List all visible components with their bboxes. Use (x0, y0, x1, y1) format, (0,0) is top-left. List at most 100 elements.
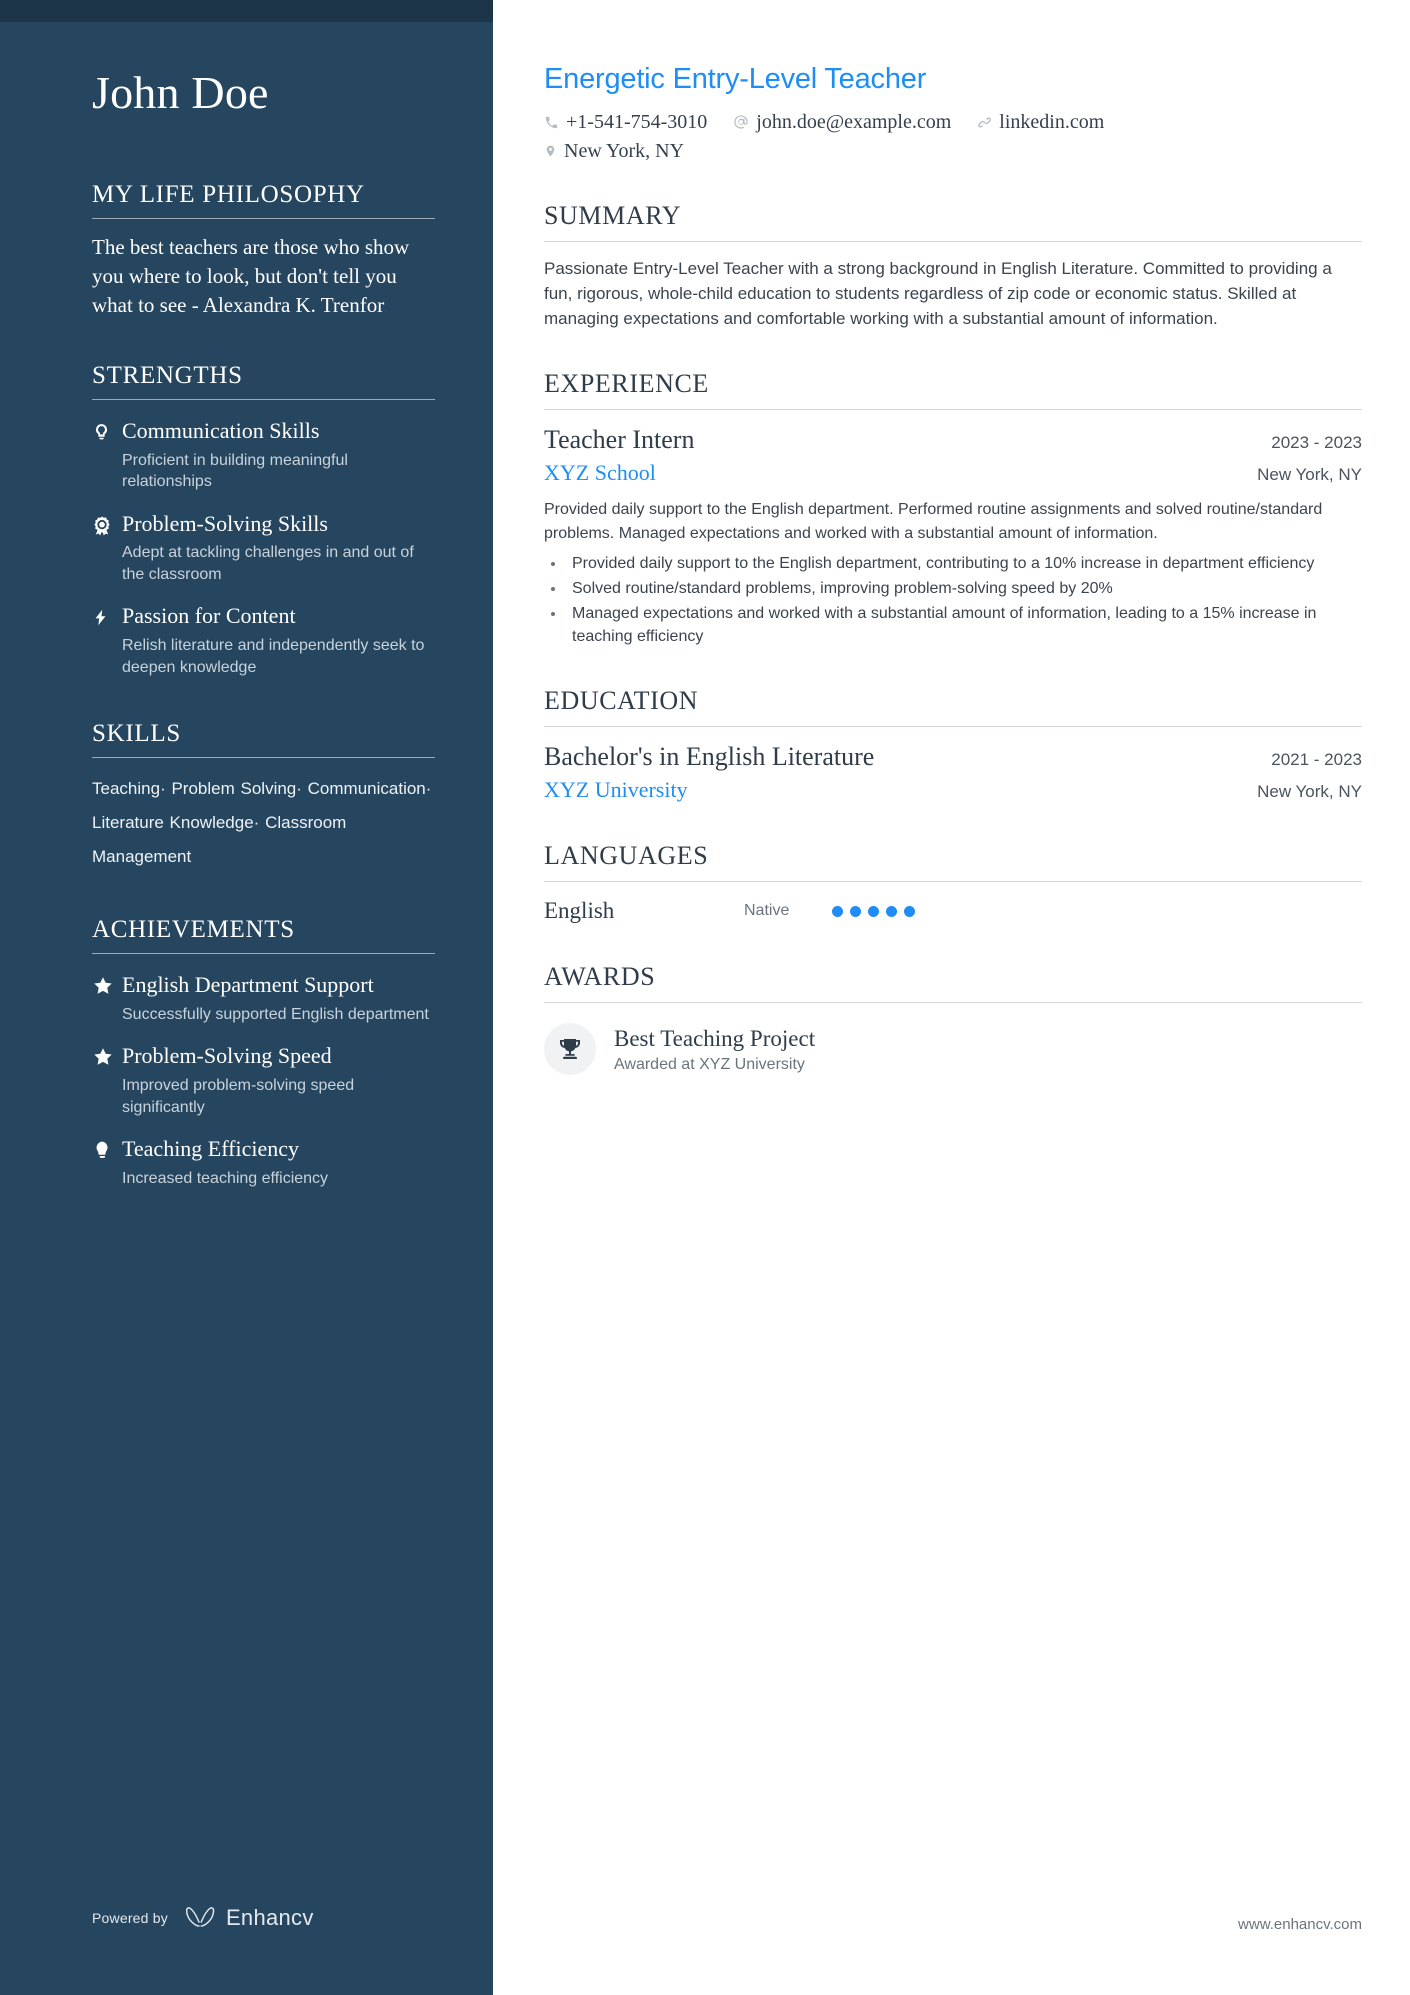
language-rating-dots (832, 905, 915, 917)
strengths-heading: STRENGTHS (92, 361, 243, 389)
skill-separator: · (425, 779, 432, 799)
languages-heading: LANGUAGES (544, 841, 709, 871)
skill-tag: Teaching (92, 779, 161, 799)
skill-separator: · (296, 779, 302, 799)
sidebar: John Doe MY LIFE PHILOSOPHY The best tea… (0, 0, 493, 1995)
rating-dot-filled (832, 905, 843, 917)
achievement-title: Teaching Efficiency (122, 1135, 300, 1161)
language-level: Native (744, 902, 790, 920)
link-icon (977, 115, 992, 130)
site-url[interactable]: www.enhancv.com (1238, 1916, 1362, 1933)
phone-icon (544, 115, 559, 130)
experience-bullets: Provided daily support to the English de… (544, 552, 1362, 648)
section-experience: EXPERIENCE Teacher Intern 2023 - 2023 XY… (544, 369, 1362, 648)
skill-tag: Communication (307, 779, 426, 799)
summary-text: Passionate Entry-Level Teacher with a st… (544, 258, 1332, 329)
lightbulb-icon (92, 418, 122, 443)
strength-title: Passion for Content (122, 603, 296, 629)
experience-organization[interactable]: XYZ School (544, 460, 656, 486)
strengths-divider (92, 398, 435, 400)
enhancv-wordmark: Enhancv (225, 1905, 314, 1930)
at-email-icon (733, 114, 749, 130)
rating-dot-filled (850, 905, 861, 917)
education-heading: EDUCATION (544, 686, 699, 716)
education-institution[interactable]: XYZ University (544, 777, 688, 803)
contact-location: New York, NY (544, 140, 684, 163)
skill-separator: · (160, 779, 166, 799)
resume-page: John Doe MY LIFE PHILOSOPHY The best tea… (0, 0, 1410, 1995)
contact-location-text: New York, NY (564, 139, 685, 162)
experience-bullet: Managed expectations and worked with a s… (566, 602, 1362, 648)
skills-divider (92, 757, 435, 759)
achievement-description: Successfully supported English departmen… (122, 1005, 429, 1023)
education-item: Bachelor's in English Literature 2021 - … (544, 741, 1362, 803)
contact-phone[interactable]: +1-541-754-3010 (544, 111, 707, 134)
rating-dot-filled (904, 905, 915, 917)
experience-bullet: Provided daily support to the English de… (566, 552, 1362, 575)
sidebar-section-philosophy: MY LIFE PHILOSOPHY The best teachers are… (92, 181, 435, 320)
skill-tag: Literature Knowledge (92, 813, 254, 833)
skills-list: Teaching· Problem Solving· Communication… (92, 772, 435, 874)
experience-description: Provided daily support to the English de… (544, 501, 1323, 542)
section-awards: AWARDS Best Teaching Project Awarded at … (544, 962, 1362, 1076)
skill-tag: Problem Solving (171, 779, 297, 799)
contact-block: +1-541-754-3010 john.doe@example.com lin… (544, 111, 1362, 163)
section-languages: LANGUAGES English Native (544, 841, 1362, 924)
awards-heading: AWARDS (544, 962, 656, 992)
contact-row-primary: +1-541-754-3010 john.doe@example.com lin… (544, 111, 1362, 134)
skill-separator: · (253, 813, 260, 833)
experience-bullet: Solved routine/standard problems, improv… (566, 577, 1362, 600)
experience-dates: 2023 - 2023 (1271, 433, 1362, 453)
section-education: EDUCATION Bachelor's in English Literatu… (544, 686, 1362, 803)
language-name: English (544, 898, 615, 924)
philosophy-divider (92, 218, 435, 219)
language-item: English Native (544, 898, 1362, 924)
strength-description: Relish literature and independently seek… (122, 637, 425, 676)
skills-heading: SKILLS (92, 720, 181, 748)
enhancv-logo: Enhancv (184, 1905, 314, 1931)
philosophy-heading: MY LIFE PHILOSOPHY (92, 181, 365, 208)
experience-job-title: Teacher Intern (544, 425, 695, 455)
rating-dot-filled (886, 905, 897, 917)
achievements-divider (92, 953, 435, 955)
sidebar-section-strengths: STRENGTHS Communication Skills Proficien… (92, 362, 435, 678)
enhancv-mark-icon (185, 1907, 215, 1927)
strength-title: Communication Skills (122, 417, 320, 443)
contact-email[interactable]: john.doe@example.com (733, 111, 951, 134)
map-pin-icon (544, 143, 557, 159)
strength-item: Passion for Content Relish literature an… (92, 603, 435, 678)
education-degree: Bachelor's in English Literature (544, 742, 875, 772)
powered-by-label: Powered by (92, 1910, 168, 1926)
powered-by-footer: Powered by Enhancv (92, 1905, 314, 1931)
contact-link[interactable]: linkedin.com (977, 111, 1104, 134)
experience-location: New York, NY (1257, 465, 1362, 485)
achievement-title: Problem-Solving Speed (122, 1043, 332, 1069)
lightbulb-idea-icon (92, 1136, 122, 1161)
achievement-item: English Department Support Successfully … (92, 972, 435, 1025)
contact-link-text: linkedin.com (999, 110, 1105, 133)
rating-dot-filled (868, 905, 879, 917)
award-subtitle: Awarded at XYZ University (614, 1055, 805, 1073)
achievement-item: Problem-Solving Speed Improved problem-s… (92, 1043, 435, 1118)
star-icon (92, 972, 122, 997)
award-title: Best Teaching Project (614, 1026, 816, 1052)
achievement-title: English Department Support (122, 972, 374, 998)
strength-title: Problem-Solving Skills (122, 510, 328, 536)
strength-description: Adept at tackling challenges in and out … (122, 544, 414, 583)
award-item: Best Teaching Project Awarded at XYZ Uni… (544, 1023, 1362, 1076)
award-ribbon-icon (92, 511, 122, 537)
experience-item: Teacher Intern 2023 - 2023 XYZ School Ne… (544, 424, 1362, 648)
strength-description: Proficient in building meaningful relati… (122, 451, 348, 491)
contact-phone-text: +1-541-754-3010 (566, 110, 708, 133)
education-location: New York, NY (1257, 782, 1362, 802)
experience-heading: EXPERIENCE (544, 369, 709, 399)
candidate-name: John Doe (92, 67, 269, 118)
main-content: Energetic Entry-Level Teacher +1-541-754… (493, 0, 1410, 1995)
job-title: Energetic Entry-Level Teacher (544, 63, 927, 95)
star-icon (92, 1043, 122, 1068)
education-dates: 2021 - 2023 (1271, 750, 1362, 770)
achievements-heading: ACHIEVEMENTS (92, 916, 295, 944)
contact-row-secondary: New York, NY (544, 140, 1362, 163)
trophy-icon (544, 1023, 596, 1076)
lightning-bolt-icon (92, 603, 122, 629)
